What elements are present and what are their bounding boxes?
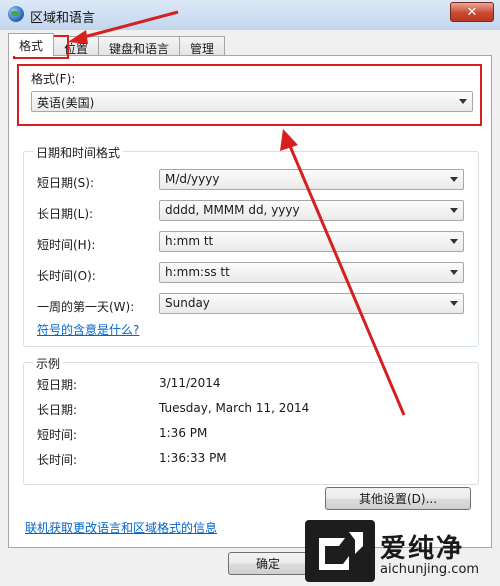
brand-logo-icon <box>305 520 375 582</box>
brand-url: aichunjing.com <box>380 562 480 577</box>
arrow-to-tab <box>79 10 179 40</box>
arrow-to-format <box>288 145 406 416</box>
brand-name: 爱纯净 <box>380 534 465 564</box>
annotation-arrows <box>68 10 406 416</box>
arrow-head-tab <box>68 30 88 44</box>
arrow-head-format <box>280 129 298 151</box>
tab-formats[interactable]: 格式 <box>8 33 55 56</box>
